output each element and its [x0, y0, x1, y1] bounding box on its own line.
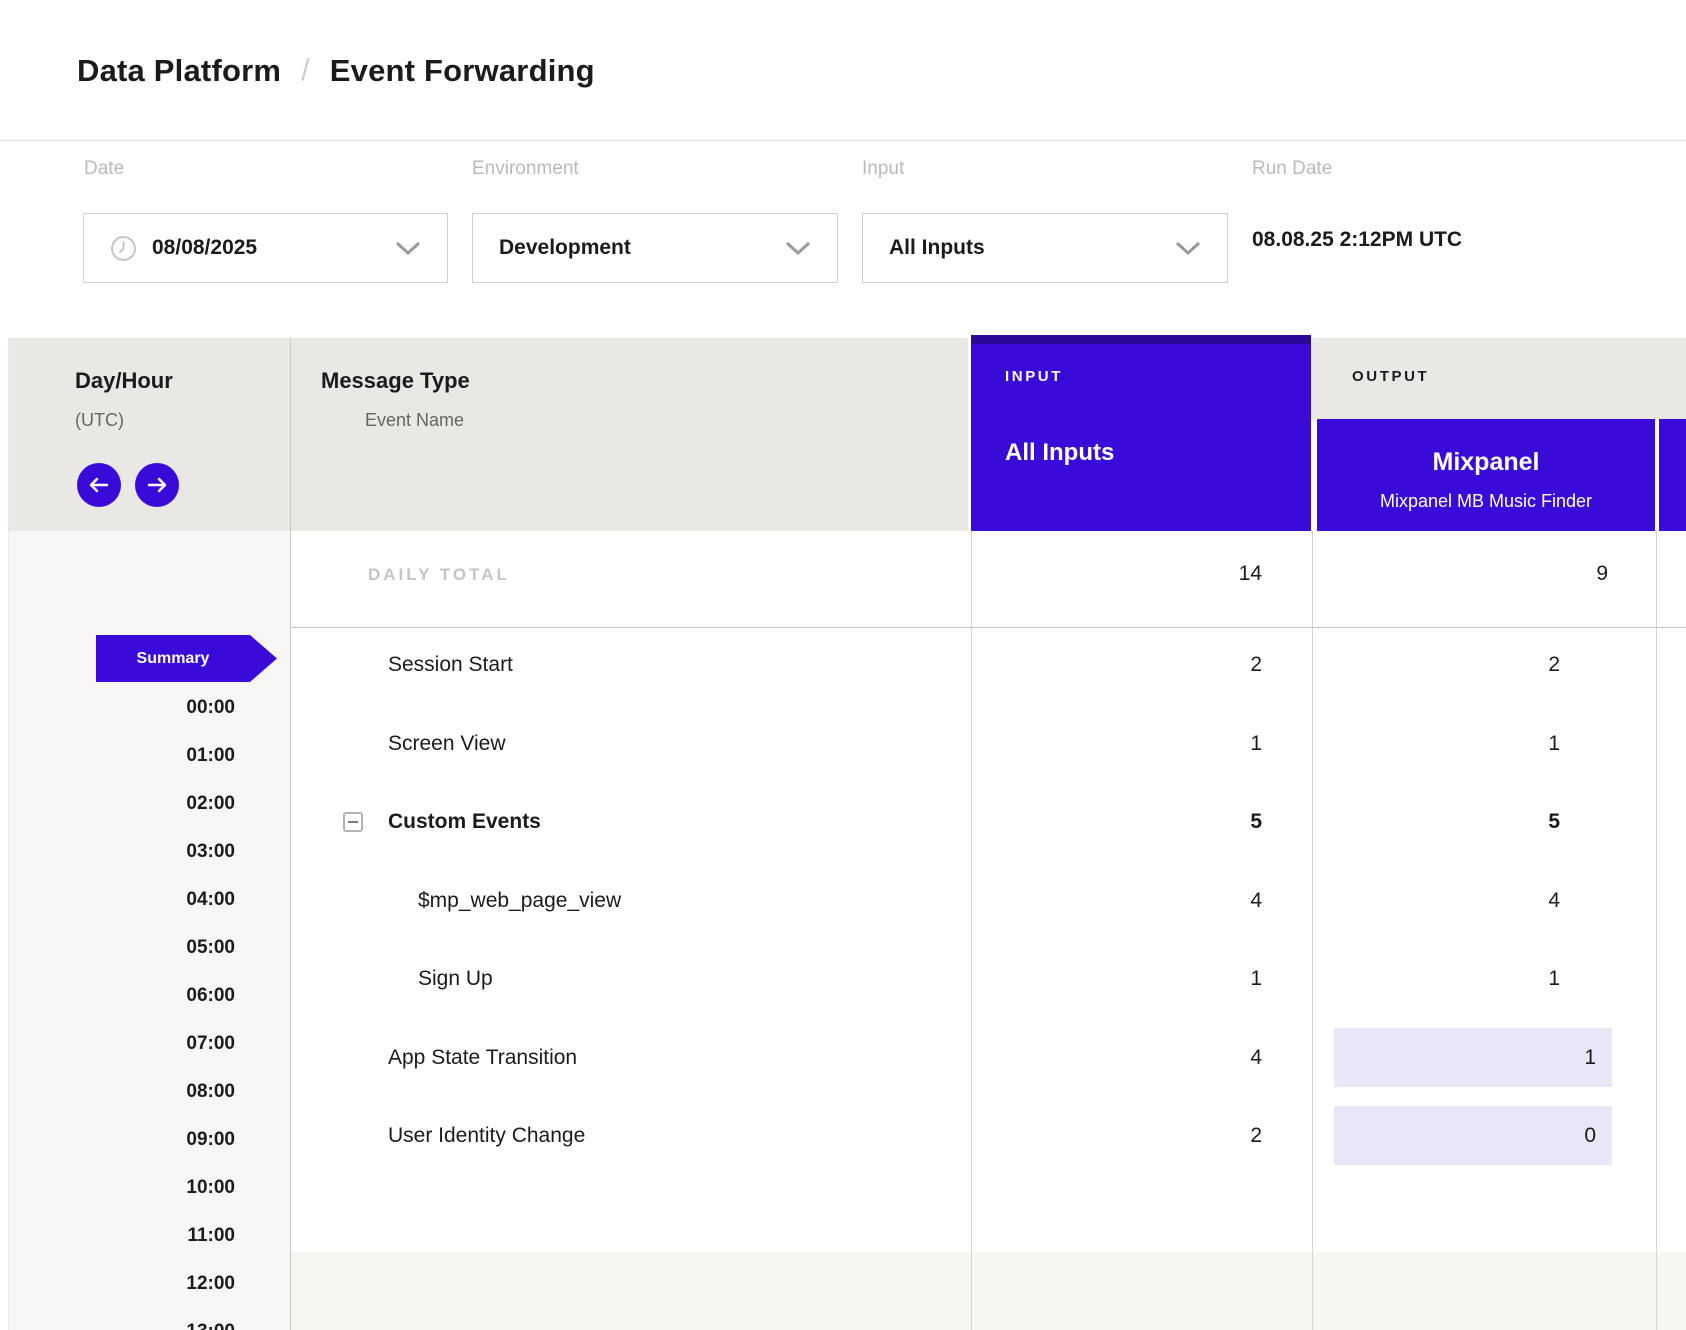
column-gap — [1655, 419, 1659, 531]
summary-row-badge[interactable]: Summary — [96, 635, 277, 682]
daily-total-output-count: 9 — [1312, 562, 1608, 586]
run-date-label: Run Date — [1252, 158, 1332, 180]
hour-label[interactable]: 10:00 — [8, 1174, 235, 1202]
input-group-label: INPUT — [1005, 368, 1063, 385]
environment-label: Environment — [472, 158, 579, 180]
environment-select[interactable]: Development — [472, 213, 838, 283]
event-name: Custom Events — [388, 807, 541, 837]
arrow-right-icon — [146, 477, 168, 493]
output-count: 1 — [1312, 964, 1608, 994]
date-select[interactable]: 08/08/2025 — [83, 213, 448, 283]
hour-label[interactable]: 08:00 — [8, 1078, 235, 1106]
input-value: All Inputs — [889, 236, 985, 260]
input-count: 2 — [971, 1121, 1262, 1151]
hour-label[interactable]: 02:00 — [8, 790, 235, 818]
message-type-header: Message Type — [321, 368, 470, 394]
breadcrumb-section[interactable]: Data Platform — [77, 53, 281, 89]
minus-icon — [348, 821, 358, 823]
event-name: Sign Up — [418, 964, 493, 994]
output-count: 5 — [1312, 807, 1608, 837]
input-count: 1 — [971, 964, 1262, 994]
next-day-button[interactable] — [135, 463, 179, 507]
event-name: User Identity Change — [388, 1121, 585, 1151]
prev-day-button[interactable] — [77, 463, 121, 507]
output-count: 1 — [1312, 729, 1608, 759]
top-bar: Data Platform / Event Forwarding — [0, 0, 1686, 141]
output-count: 4 — [1312, 886, 1608, 916]
table-row: Sign Up 1 1 — [290, 964, 1686, 994]
run-date-value: 08.08.25 2:12PM UTC — [1252, 228, 1462, 252]
output-column-name: Mixpanel — [1317, 446, 1655, 478]
breadcrumb-separator-icon: / — [301, 52, 310, 88]
output-count: 2 — [1312, 650, 1608, 680]
input-select[interactable]: All Inputs — [862, 213, 1228, 283]
clock-icon — [110, 235, 137, 262]
chevron-down-icon — [785, 241, 811, 256]
table-row: Custom Events 5 5 — [290, 807, 1686, 837]
table-row: Session Start 2 2 — [290, 650, 1686, 680]
next-output-column-partial[interactable] — [1659, 419, 1686, 531]
highlighted-output-cell: 1 — [1334, 1028, 1612, 1087]
event-name: App State Transition — [388, 1043, 577, 1073]
hour-label[interactable]: 01:00 — [8, 742, 235, 770]
breadcrumb-page: Event Forwarding — [330, 53, 595, 89]
hour-label[interactable]: 05:00 — [8, 934, 235, 962]
forwarding-table: Day/Hour (UTC) Message Type Event Name I… — [0, 335, 1686, 1330]
date-value: 08/08/2025 — [152, 236, 257, 260]
table-row: $mp_web_page_view 4 4 — [290, 886, 1686, 916]
hour-label[interactable]: 09:00 — [8, 1126, 235, 1154]
input-count: 4 — [971, 886, 1262, 916]
table-row: User Identity Change 2 0 — [290, 1121, 1686, 1151]
hour-label[interactable]: 13:00 — [8, 1318, 235, 1330]
column-gap — [1311, 419, 1317, 531]
environment-value: Development — [499, 236, 631, 260]
hour-label[interactable]: 07:00 — [8, 1030, 235, 1058]
breadcrumb: Data Platform / Event Forwarding — [77, 0, 595, 141]
table-footer-band — [290, 1252, 1686, 1330]
input-count: 5 — [971, 807, 1262, 837]
day-hour-header: Day/Hour — [75, 368, 173, 394]
collapse-toggle[interactable] — [343, 812, 363, 832]
output-column-header[interactable]: Mixpanel Mixpanel MB Music Finder — [1317, 419, 1655, 531]
event-name: Screen View — [388, 729, 506, 759]
hour-label[interactable]: 04:00 — [8, 886, 235, 914]
input-column-header[interactable]: INPUT All Inputs — [971, 335, 1311, 531]
table-row: App State Transition 4 1 — [290, 1043, 1686, 1073]
date-label: Date — [84, 158, 124, 180]
chevron-down-icon — [1175, 241, 1201, 256]
event-name: $mp_web_page_view — [418, 886, 621, 916]
day-hour-timezone: (UTC) — [75, 410, 124, 431]
highlighted-output-cell: 0 — [1334, 1106, 1612, 1165]
event-name-subheader: Event Name — [365, 410, 464, 431]
chevron-down-icon — [395, 241, 421, 256]
output-group-label: OUTPUT — [1352, 368, 1429, 385]
filter-bar: Date 08/08/2025 Environment Development … — [0, 142, 1686, 335]
output-column-subtitle: Mixpanel MB Music Finder — [1317, 489, 1655, 513]
daily-total-label: DAILY TOTAL — [368, 565, 510, 585]
table-row: Screen View 1 1 — [290, 729, 1686, 759]
hour-label[interactable]: 11:00 — [8, 1222, 235, 1250]
hour-label[interactable]: 06:00 — [8, 982, 235, 1010]
hour-label[interactable]: 00:00 — [8, 694, 235, 722]
event-name: Session Start — [388, 650, 513, 680]
input-label: Input — [862, 158, 904, 180]
arrow-left-icon — [88, 477, 110, 493]
hour-label[interactable]: 03:00 — [8, 838, 235, 866]
event-forwarding-page: Data Platform / Event Forwarding Date 08… — [0, 0, 1686, 1330]
input-column-name: All Inputs — [1005, 439, 1114, 467]
hour-label[interactable]: 12:00 — [8, 1270, 235, 1298]
daily-total-input-count: 14 — [971, 562, 1262, 586]
input-count: 1 — [971, 729, 1262, 759]
input-count: 2 — [971, 650, 1262, 680]
input-count: 4 — [971, 1043, 1262, 1073]
daily-total-divider — [290, 627, 1686, 628]
